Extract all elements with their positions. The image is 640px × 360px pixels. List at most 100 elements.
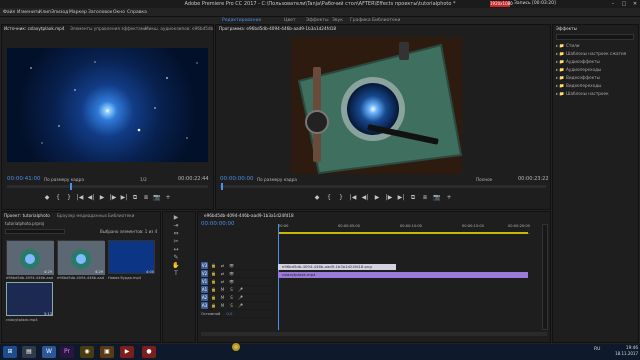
effects-folder-styles[interactable]: ▸ 📁 Стили [556, 42, 636, 50]
source-fit-dropdown[interactable]: По размеру кадра [44, 177, 84, 182]
timeline-timecode[interactable]: 00:00:00:00 [201, 221, 235, 227]
effects-folder-video-effects[interactable]: ▸ 📁 Видеоэффекты [556, 74, 636, 82]
tab-libraries[interactable]: Библиотеки [108, 212, 134, 219]
track-label[interactable]: V3 [201, 262, 208, 269]
program-playhead[interactable] [221, 183, 223, 190]
sync-lock-icon[interactable]: ⇄ [219, 262, 226, 269]
menu-sequence[interactable]: Эпизод [51, 8, 68, 17]
effects-search-input[interactable] [556, 34, 634, 40]
master-volume[interactable]: 0,0 [226, 311, 232, 316]
go-to-in-icon[interactable]: |◀ [76, 193, 85, 202]
solo-button[interactable]: S [228, 294, 235, 301]
menu-title[interactable]: Заголовок [88, 8, 113, 17]
effects-folder-audio-effects[interactable]: ▸ 📁 Аудиоэффекты [556, 58, 636, 66]
eye-icon[interactable]: 👁 [228, 262, 235, 269]
tab-effect-controls[interactable]: Элементы управления эффектами [70, 25, 147, 32]
lock-icon[interactable]: 🔒 [210, 278, 217, 285]
premiere-icon[interactable]: Pr [60, 346, 74, 358]
mic-icon[interactable]: 🎤 [237, 294, 244, 301]
lock-icon[interactable]: 🔒 [210, 302, 217, 309]
effects-folder-presets-compress[interactable]: ▸ 📁 Шаблоны настроек сжатия [556, 50, 636, 58]
workspace-libraries[interactable]: Библиотеки [372, 17, 400, 24]
program-mark-out-icon[interactable]: } [336, 193, 346, 202]
effects-folder-video-transitions[interactable]: ▸ 📁 Видеопереходы [556, 82, 636, 90]
go-to-out-icon[interactable]: ▶| [120, 193, 129, 202]
program-scrub-bar[interactable] [220, 185, 546, 188]
program-timecode[interactable]: 00:00:00:00 [220, 176, 254, 182]
media-player-icon[interactable]: ▶ [120, 346, 134, 358]
work-area-bar[interactable] [278, 232, 528, 234]
minimize-button[interactable]: – [608, 0, 618, 8]
project-item-thumb[interactable] [6, 240, 54, 275]
start-icon[interactable]: ⊞ [3, 346, 17, 358]
workspace-editing[interactable]: Редактирование [222, 17, 261, 24]
tab-program[interactable]: Программа: e96bd5db-4094-446b-aad9-1b3a1… [219, 25, 336, 32]
add-marker-icon[interactable]: ◆ [43, 193, 52, 202]
mute-button[interactable]: M [219, 286, 226, 293]
program-add-button-icon[interactable]: + [444, 193, 454, 202]
type-tool-icon[interactable]: T [172, 270, 180, 278]
tab-source[interactable]: Источник: cslaxytplaxk.mp4 [4, 25, 64, 32]
mute-button[interactable]: M [219, 294, 226, 301]
close-button[interactable]: ✕ [630, 0, 640, 8]
menu-help[interactable]: Справка [127, 8, 147, 17]
effects-folder-presets[interactable]: ▸ 📁 Шаблоны настроек [556, 90, 636, 98]
ripple-edit-tool-icon[interactable]: ⇔ [172, 230, 180, 238]
program-export-frame-icon[interactable]: 📷 [432, 193, 442, 202]
extract-icon[interactable]: ⧈ [420, 193, 430, 202]
track-label[interactable]: V1 [201, 278, 208, 285]
step-back-icon[interactable]: ◀| [87, 193, 96, 202]
program-go-to-out-icon[interactable]: ▶| [396, 193, 406, 202]
insert-icon[interactable]: ⧉ [131, 193, 140, 202]
track-label[interactable]: V2 [201, 270, 208, 277]
track-label[interactable]: A1 [201, 286, 208, 293]
program-mark-in-icon[interactable]: { [324, 193, 334, 202]
track-label[interactable]: A3 [201, 302, 208, 309]
lock-icon[interactable]: 🔒 [210, 270, 217, 277]
eye-icon[interactable]: 👁 [228, 270, 235, 277]
clock-time[interactable]: 19:46 [610, 345, 638, 350]
timeline-clip-video[interactable]: cslaxytplaxk.mp4 [278, 272, 528, 278]
lock-icon[interactable]: 🔒 [210, 294, 217, 301]
workspace-graphics[interactable]: Графика [350, 17, 371, 24]
chrome-icon[interactable]: ◉ [80, 346, 94, 358]
folder-icon[interactable]: ▣ [100, 346, 114, 358]
program-play-icon[interactable]: ▶ [372, 193, 382, 202]
program-go-to-in-icon[interactable]: |◀ [348, 193, 358, 202]
menu-clip[interactable]: Клип [39, 8, 51, 17]
selection-tool-icon[interactable]: ▶ [172, 214, 180, 222]
tab-project[interactable]: Проект: tutorialphoto [4, 212, 50, 219]
project-search-input[interactable] [5, 229, 65, 234]
sync-lock-icon[interactable]: ⇄ [219, 270, 226, 277]
eye-icon[interactable]: 👁 [228, 278, 235, 285]
maximize-button[interactable]: □ [619, 0, 629, 8]
lock-icon[interactable]: 🔒 [210, 286, 217, 293]
track-select-tool-icon[interactable]: ⇥ [172, 222, 180, 230]
mark-in-icon[interactable]: { [54, 193, 63, 202]
project-item-thumb-selected[interactable] [6, 282, 53, 316]
solo-button[interactable]: S [228, 286, 235, 293]
recorder-icon[interactable]: ● [142, 346, 156, 358]
source-timecode[interactable]: 00:00:41:00 [7, 176, 41, 182]
clock-date[interactable]: 18.11.2017 [610, 351, 638, 356]
menu-window[interactable]: Окно [113, 8, 125, 17]
menu-edit[interactable]: Изменить [17, 8, 40, 17]
program-fit-dropdown[interactable]: По размеру кадра [257, 177, 297, 182]
add-button-icon[interactable]: + [164, 193, 173, 202]
project-item-thumb[interactable] [57, 240, 105, 275]
tab-audio-clip-mixer[interactable]: Микш. аудиоклипов: e96bd5db [145, 25, 213, 32]
effects-folder-audio-transitions[interactable]: ▸ 📁 Аудиопереходы [556, 66, 636, 74]
workspace-color[interactable]: Цвет [284, 17, 296, 24]
tab-timeline-sequence[interactable]: e96bd5db-4094-446b-aad9-1b3a1d24fd18 [204, 212, 294, 219]
overwrite-icon[interactable]: ⧈ [142, 193, 151, 202]
mic-icon[interactable]: 🎤 [237, 302, 244, 309]
mark-out-icon[interactable]: } [65, 193, 74, 202]
mute-button[interactable]: M [219, 302, 226, 309]
tab-media-browser[interactable]: Браузер медиаданных [57, 212, 107, 219]
lock-icon[interactable]: 🔒 [210, 262, 217, 269]
program-add-marker-icon[interactable]: ◆ [312, 193, 322, 202]
timeline-clip-still[interactable]: e96bd5db-4094-446b-aad9-1b3a1d24fd18.png [278, 264, 396, 270]
timeline-scrollbar[interactable] [201, 332, 547, 336]
program-zoom-dropdown[interactable]: Полное [476, 177, 492, 182]
slip-tool-icon[interactable]: ↔ [172, 246, 180, 254]
